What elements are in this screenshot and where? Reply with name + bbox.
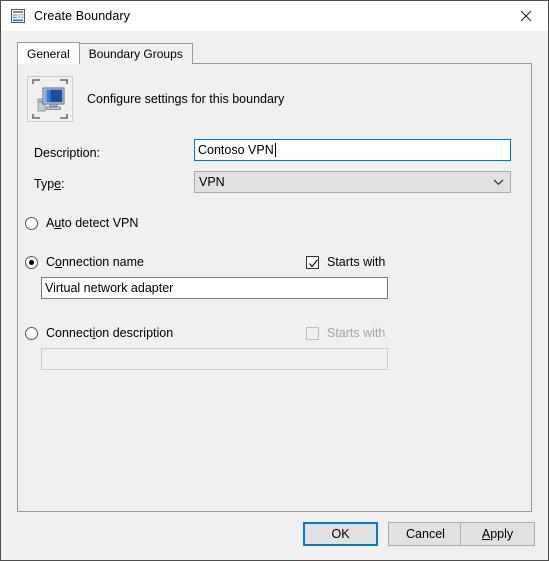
apply-label-accel: A bbox=[481, 527, 491, 541]
type-label-pre: Typ bbox=[34, 177, 55, 191]
radio-auto-detect-vpn[interactable]: Auto detect VPN bbox=[25, 216, 138, 230]
description-input-value: Contoso VPN bbox=[198, 143, 274, 157]
checkbox-starts-with-description-indicator bbox=[306, 326, 319, 340]
connection-name-input[interactable]: Virtual network adapter bbox=[41, 277, 388, 299]
ok-button[interactable]: OK bbox=[303, 522, 378, 546]
apply-label-rest: pply bbox=[490, 527, 514, 541]
tab-general-label: General bbox=[27, 46, 70, 61]
connection-name-label-accel: o bbox=[55, 255, 62, 269]
text-caret bbox=[274, 143, 276, 157]
type-label: Type: bbox=[34, 177, 65, 191]
radio-connection-name[interactable]: Connection name bbox=[25, 255, 144, 269]
radio-connection-description-indicator bbox=[25, 326, 38, 340]
radio-connection-name-indicator bbox=[25, 255, 38, 269]
connection-description-input bbox=[41, 348, 388, 370]
radio-connection-description-label: Connection description bbox=[46, 326, 173, 340]
radio-connection-name-label: Connection name bbox=[46, 255, 144, 269]
description-label: Description: bbox=[34, 146, 100, 160]
cancel-button[interactable]: Cancel bbox=[388, 522, 463, 546]
boundary-window-icon bbox=[10, 8, 26, 24]
auto-detect-label-rest: to detect VPN bbox=[61, 216, 139, 230]
description-label-pre: D bbox=[34, 146, 44, 160]
close-button[interactable] bbox=[503, 1, 548, 30]
type-dropdown-value: VPN bbox=[199, 175, 225, 189]
apply-button[interactable]: Apply bbox=[460, 522, 535, 546]
title-bar: Create Boundary bbox=[1, 1, 548, 31]
connection-name-input-value: Virtual network adapter bbox=[45, 281, 174, 295]
checkbox-starts-with-name-label: Starts with bbox=[327, 255, 386, 269]
checkbox-starts-with-name-indicator bbox=[306, 255, 319, 269]
dialog-footer: OK Cancel Apply bbox=[1, 512, 548, 560]
apply-button-label: Apply bbox=[482, 527, 513, 541]
ok-button-label: OK bbox=[331, 527, 350, 541]
checkbox-starts-with-name[interactable]: Starts with bbox=[306, 255, 385, 269]
general-tab-panel: Configure settings for this boundary Des… bbox=[17, 63, 532, 512]
computer-monitor-icon bbox=[27, 76, 73, 122]
description-label-rest: escription: bbox=[43, 146, 101, 160]
connection-description-label-pre: Connect bbox=[46, 326, 93, 340]
description-input[interactable]: Contoso VPN bbox=[194, 139, 511, 161]
checkbox-starts-with-description-label: Starts with bbox=[327, 326, 386, 340]
type-dropdown[interactable]: VPN bbox=[194, 171, 511, 193]
connection-name-label-pre: C bbox=[46, 255, 56, 269]
tab-strip: General Boundary Groups bbox=[17, 42, 548, 64]
chevron-down-icon bbox=[486, 172, 510, 192]
tab-general[interactable]: General bbox=[17, 42, 80, 64]
checkbox-starts-with-description: Starts with bbox=[306, 326, 385, 340]
type-label-rest: : bbox=[61, 177, 65, 191]
connection-description-label-rest: on description bbox=[95, 326, 174, 340]
create-boundary-dialog: Create Boundary General Boundary Groups bbox=[0, 0, 549, 561]
cancel-button-label: Cancel bbox=[406, 527, 445, 541]
tab-boundary-groups[interactable]: Boundary Groups bbox=[78, 43, 193, 64]
radio-auto-detect-vpn-label: Auto detect VPN bbox=[46, 216, 138, 230]
window-title: Create Boundary bbox=[34, 9, 131, 23]
connection-name-label-rest: nnection name bbox=[61, 255, 144, 269]
tab-boundary-groups-label: Boundary Groups bbox=[88, 47, 183, 61]
panel-header-label: Configure settings for this boundary bbox=[87, 92, 285, 106]
radio-auto-detect-vpn-indicator bbox=[25, 216, 38, 230]
panel-header: Configure settings for this boundary bbox=[18, 64, 284, 122]
radio-connection-description[interactable]: Connection description bbox=[25, 326, 173, 340]
